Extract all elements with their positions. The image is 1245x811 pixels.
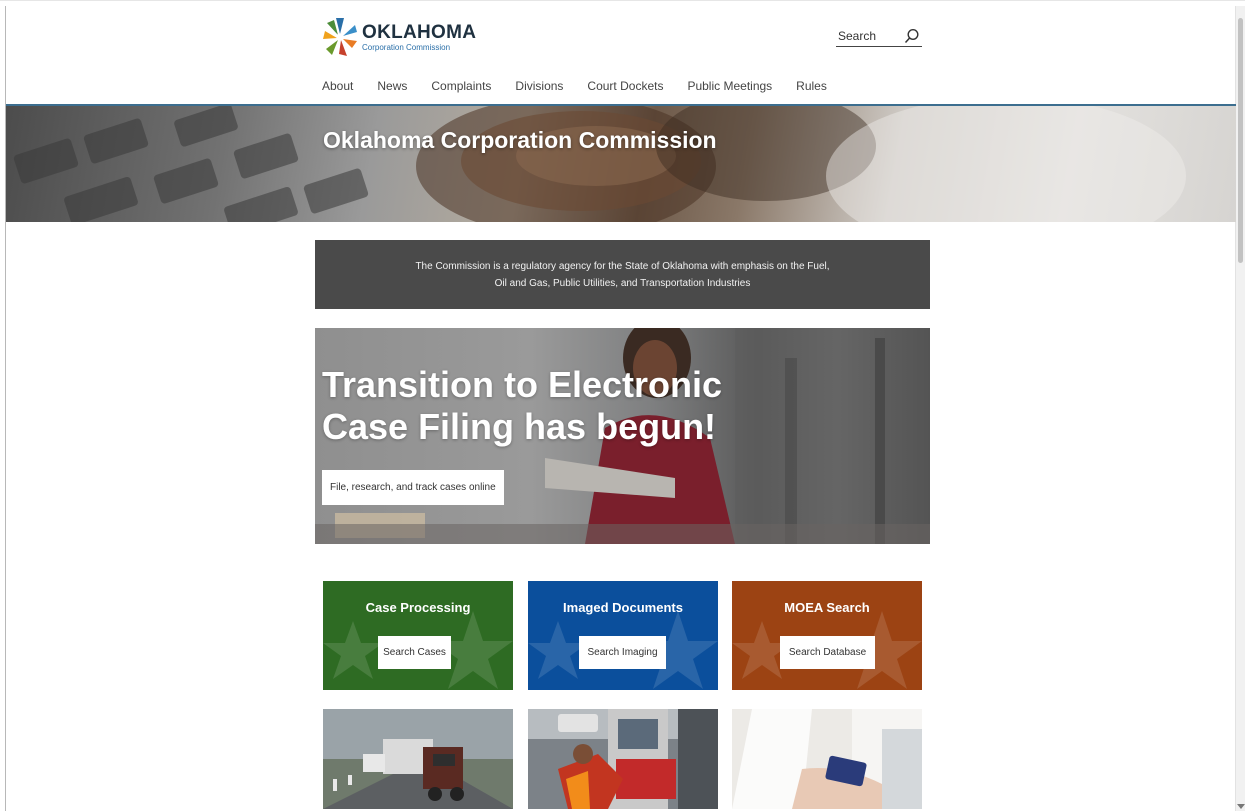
file-research-track-button[interactable]: File, research, and track cases online	[322, 470, 504, 505]
search-label: Search	[838, 29, 877, 43]
search-icon[interactable]	[904, 28, 920, 44]
imaged-documents-card: Imaged Documents Search Imaging	[528, 581, 718, 690]
logo-subtitle: Corporation Commission	[362, 42, 451, 52]
search-imaging-button[interactable]: Search Imaging	[579, 636, 666, 669]
site-logo[interactable]: OKLAHOMA Corporation Commission	[322, 15, 476, 60]
search-database-button[interactable]: Search Database	[780, 636, 875, 669]
hero-title: Oklahoma Corporation Commission	[323, 127, 717, 153]
case-processing-card: Case Processing Search Cases	[323, 581, 513, 690]
moea-search-card: MOEA Search Search Database	[732, 581, 922, 690]
main-nav: About News Complaints Divisions Court Do…	[322, 79, 851, 95]
logo-title: OKLAHOMA	[362, 21, 477, 43]
truck-photo[interactable]	[323, 709, 513, 809]
search-input[interactable]: Search	[836, 26, 922, 47]
nav-item-about[interactable]: About	[322, 79, 353, 95]
case-processing-title: Case Processing	[365, 600, 471, 615]
imaged-documents-title: Imaged Documents	[563, 600, 683, 615]
scroll-down-arrow-icon[interactable]	[1237, 804, 1245, 809]
e-filing-banner[interactable]: Transition to Electronic Case Filing has…	[315, 328, 930, 544]
moea-search-title: MOEA Search	[784, 600, 870, 615]
scrollbar-thumb[interactable]	[1238, 18, 1243, 263]
hero-banner: Oklahoma Corporation Commission	[6, 106, 1236, 222]
intro-box: The Commission is a regulatory agency fo…	[315, 240, 930, 309]
fuel-pump-photo[interactable]	[528, 709, 718, 809]
nav-item-news[interactable]: News	[377, 79, 407, 95]
nav-item-rules[interactable]: Rules	[796, 79, 827, 95]
search-cases-button[interactable]: Search Cases	[378, 636, 451, 669]
star-logo-icon	[322, 15, 358, 60]
window-top-edge	[0, 0, 1245, 6]
intro-text: The Commission is a regulatory agency fo…	[415, 260, 830, 289]
keyboard-gavel-image	[13, 106, 1186, 222]
banner-title: Transition to Electronic Case Filing has…	[322, 364, 723, 447]
nav-item-complaints[interactable]: Complaints	[431, 79, 491, 95]
nav-item-public-meetings[interactable]: Public Meetings	[687, 79, 772, 95]
nav-item-court-dockets[interactable]: Court Dockets	[587, 79, 663, 95]
nav-item-divisions[interactable]: Divisions	[515, 79, 563, 95]
credit-card-photo[interactable]	[732, 709, 922, 809]
page-scrollbar[interactable]	[1235, 6, 1245, 811]
